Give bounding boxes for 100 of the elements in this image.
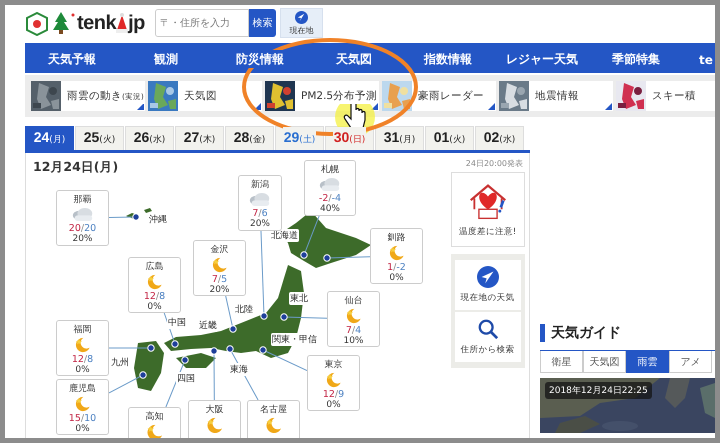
action-button[interactable]: 現在地の天気 bbox=[454, 260, 520, 310]
nav-link[interactable]: 防災情報 bbox=[234, 50, 286, 68]
location-dot bbox=[132, 213, 140, 221]
city-name: 金沢 bbox=[210, 244, 228, 256]
date-tab[interactable]: 26(水) bbox=[125, 126, 174, 150]
section-title: 天気ガイド bbox=[551, 324, 621, 342]
crescent-moon-icon bbox=[211, 257, 228, 273]
city-name: 大阪 bbox=[206, 404, 224, 416]
location-dot bbox=[280, 313, 288, 321]
region-label: 東北 bbox=[289, 292, 309, 305]
cloud-icon bbox=[248, 192, 272, 207]
region-label: 関東・甲信 bbox=[271, 333, 318, 346]
region-label: 四国 bbox=[176, 372, 196, 385]
nav-link[interactable]: 天気図 bbox=[334, 50, 374, 68]
guide-tab[interactable]: 雨雲 bbox=[626, 351, 669, 373]
region-label: 中国 bbox=[167, 316, 187, 329]
location-dot bbox=[300, 251, 308, 259]
guide-tab[interactable]: 天気図 bbox=[583, 351, 626, 373]
city-card[interactable]: 那覇 20/20 20% bbox=[56, 190, 109, 246]
shortcut-link[interactable]: PM2.5分布予測 bbox=[265, 81, 379, 111]
city-name: 東京 bbox=[324, 358, 342, 371]
nav-link[interactable]: 観測 bbox=[152, 50, 180, 68]
nav-link[interactable]: 指数情報 bbox=[422, 50, 474, 68]
cloud-icon bbox=[70, 207, 94, 222]
location-dot bbox=[229, 325, 237, 333]
city-name: 那覇 bbox=[74, 194, 92, 206]
date-tab[interactable]: 30(日) bbox=[325, 126, 374, 150]
city-name: 鹿児島 bbox=[69, 382, 96, 395]
precipitation-text: 0% bbox=[75, 365, 90, 375]
search-button[interactable]: 検索 bbox=[248, 9, 276, 37]
location-dot bbox=[171, 340, 179, 348]
precipitation-text: 20% bbox=[209, 285, 230, 295]
shortcut-link[interactable]: 豪雨レーダー bbox=[382, 81, 496, 111]
temperature-text: 20/20 bbox=[68, 223, 96, 234]
action-button[interactable]: 住所から検索 bbox=[454, 312, 520, 362]
forecast-date: 12月24日(月) bbox=[33, 159, 118, 176]
city-name: 高知 bbox=[146, 410, 164, 423]
temperature-text: 7/4 bbox=[346, 325, 362, 336]
city-card[interactable]: 新潟 7/6 20% bbox=[238, 175, 282, 231]
crescent-moon-icon bbox=[388, 245, 405, 261]
cloud-icon bbox=[318, 177, 342, 192]
city-card[interactable]: 福岡 12/8 0% bbox=[56, 320, 109, 376]
alert-card[interactable]: 温度差に注意! bbox=[450, 172, 524, 247]
city-card[interactable]: 大阪 bbox=[188, 400, 241, 438]
date-tab[interactable]: 28(金) bbox=[225, 126, 274, 150]
current-location-button[interactable]: 現在地 bbox=[280, 8, 323, 38]
precipitation-text: 20% bbox=[250, 219, 270, 229]
location-dot bbox=[139, 371, 147, 379]
date-tab[interactable]: 29(土) bbox=[275, 126, 324, 150]
date-tab[interactable]: 01(火) bbox=[425, 126, 474, 150]
shortcut-link[interactable]: スキー積 bbox=[616, 81, 715, 111]
logo-icon[interactable] bbox=[25, 10, 77, 36]
city-card[interactable]: 金沢 7/5 20% bbox=[193, 240, 246, 296]
temperature-text: 7/6 bbox=[252, 208, 268, 219]
region-label: 沖縄 bbox=[148, 213, 168, 226]
location-dot bbox=[260, 312, 268, 320]
shortcut-link[interactable]: 地震情報 bbox=[499, 81, 613, 111]
logo-text: jp bbox=[128, 12, 145, 34]
temperature-text: -2/-4 bbox=[318, 193, 342, 204]
temperature-text: 12/8 bbox=[144, 291, 166, 302]
city-card[interactable]: 東京 12/9 0% bbox=[307, 355, 360, 411]
shortcut-link[interactable]: 天気図 bbox=[148, 81, 262, 111]
crescent-moon-icon bbox=[206, 417, 223, 434]
precipitation-text: 40% bbox=[320, 204, 340, 214]
precipitation-text: 20% bbox=[72, 234, 92, 244]
city-card[interactable]: 名古屋 bbox=[247, 400, 300, 438]
location-dot bbox=[181, 356, 189, 364]
region-label: 近畿 bbox=[198, 319, 218, 332]
guide-tab[interactable]: アメ bbox=[669, 351, 712, 373]
precipitation-text: 0% bbox=[147, 302, 162, 312]
date-tab[interactable]: 27(木) bbox=[175, 126, 224, 150]
crescent-moon-icon bbox=[345, 308, 362, 324]
timestamp-label: 2018年12月24日22:25 bbox=[545, 382, 652, 399]
nav-link[interactable]: 天気予報 bbox=[46, 50, 98, 68]
city-card[interactable]: 仙台 7/4 10% bbox=[327, 291, 380, 347]
region-label: 北海道 bbox=[270, 229, 299, 242]
city-card[interactable]: 鹿児島 15/10 0% bbox=[56, 379, 109, 435]
city-card[interactable]: 札幌 -2/-4 40% bbox=[304, 160, 356, 216]
crescent-moon-icon bbox=[74, 396, 91, 412]
date-tab[interactable]: 02(水) bbox=[475, 126, 524, 150]
nav-link[interactable]: 季節特集 bbox=[610, 50, 662, 68]
location-dot bbox=[147, 344, 155, 352]
date-tab[interactable]: 25(火) bbox=[75, 126, 124, 150]
region-label: 東海 bbox=[229, 363, 249, 376]
crescent-moon-icon bbox=[265, 417, 282, 434]
temperature-text: 12/8 bbox=[72, 354, 94, 365]
city-card[interactable]: 広島 12/8 0% bbox=[128, 257, 181, 313]
city-card[interactable]: 高知 bbox=[128, 407, 181, 438]
guide-tab[interactable]: 衛星 bbox=[540, 351, 583, 373]
date-tab[interactable]: 31(月) bbox=[375, 126, 424, 150]
temperature-text: 12/9 bbox=[322, 389, 344, 400]
issued-time: 24日20:00発表 bbox=[466, 158, 523, 169]
search-field[interactable]: 〒・住所を入力 bbox=[154, 9, 249, 37]
logo-text: tenk bbox=[77, 12, 116, 34]
date-tab[interactable]: 24(月) bbox=[25, 126, 74, 150]
location-dot bbox=[210, 347, 218, 355]
city-card[interactable]: 釧路 1/-2 0% bbox=[370, 228, 423, 284]
city-name: 仙台 bbox=[344, 294, 362, 307]
city-name: 名古屋 bbox=[260, 404, 287, 416]
region-label: 九州 bbox=[110, 356, 130, 369]
